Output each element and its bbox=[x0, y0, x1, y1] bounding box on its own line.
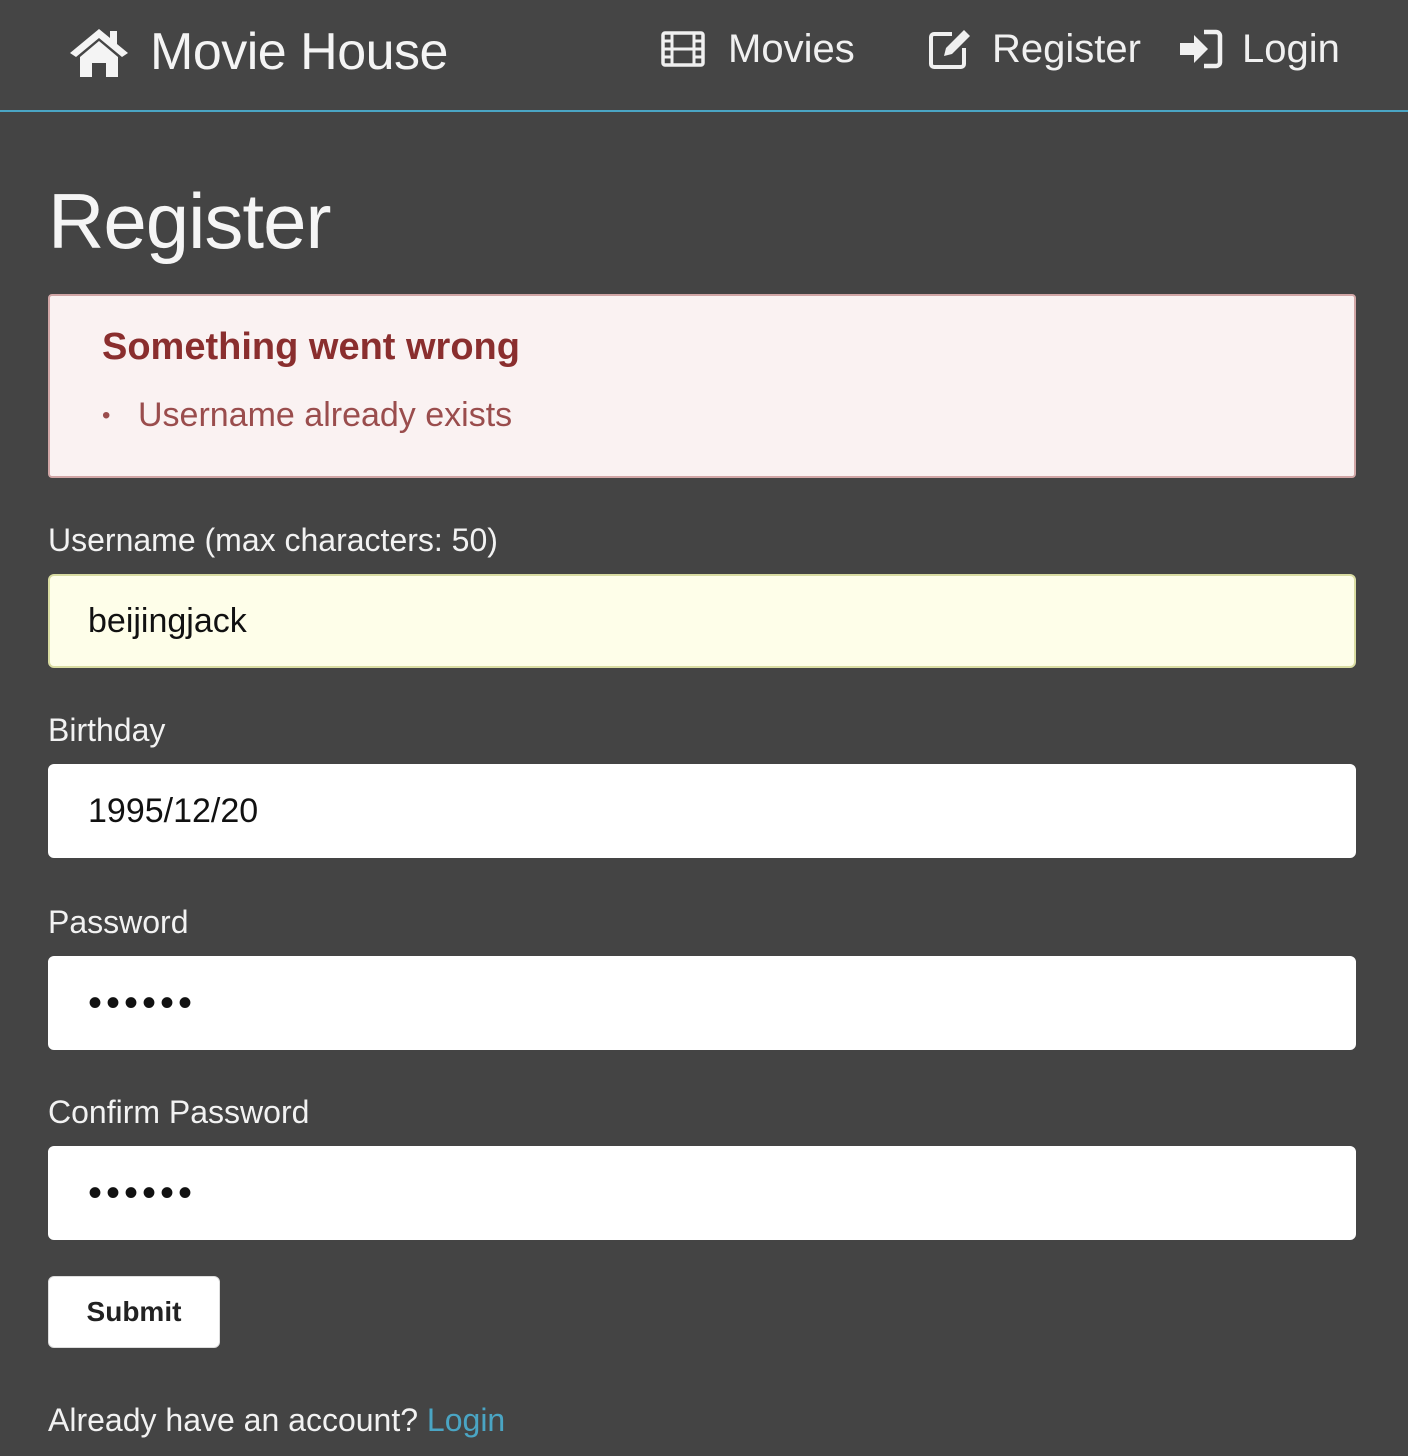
brand-link[interactable]: Movie House bbox=[66, 22, 448, 82]
nav-register-label: Register bbox=[992, 26, 1141, 71]
password-input[interactable] bbox=[48, 956, 1356, 1050]
navbar: Movie House Movies Register Login bbox=[0, 0, 1408, 112]
confirm-password-input[interactable] bbox=[48, 1146, 1356, 1240]
edit-icon bbox=[929, 30, 970, 69]
birthday-input[interactable] bbox=[48, 764, 1356, 858]
bullet-icon: • bbox=[102, 401, 111, 429]
submit-button[interactable]: Submit bbox=[48, 1276, 220, 1348]
password-label: Password bbox=[48, 904, 189, 940]
alert-error-text: Username already exists bbox=[138, 396, 513, 434]
page-title: Register bbox=[48, 177, 331, 265]
home-icon bbox=[70, 29, 128, 77]
nav-login-label: Login bbox=[1242, 26, 1340, 71]
alert-title: Something went wrong bbox=[102, 326, 520, 368]
sign-in-icon bbox=[1180, 29, 1223, 69]
nav-movies-label: Movies bbox=[728, 26, 855, 71]
login-link[interactable]: Login bbox=[427, 1402, 505, 1438]
alert-error-item: • Username already exists bbox=[102, 396, 512, 435]
film-icon bbox=[661, 31, 705, 67]
alert-error-list: • Username already exists bbox=[102, 396, 512, 435]
confirm-password-label: Confirm Password bbox=[48, 1094, 310, 1130]
login-prompt: Already have an account? Login bbox=[48, 1402, 505, 1439]
brand-label: Movie House bbox=[150, 23, 448, 81]
username-input[interactable] bbox=[48, 574, 1356, 668]
nav-register-link[interactable]: Register bbox=[926, 26, 1141, 72]
nav-login-link[interactable]: Login bbox=[1178, 26, 1340, 72]
login-prompt-text: Already have an account? bbox=[48, 1402, 419, 1438]
birthday-label: Birthday bbox=[48, 712, 166, 748]
username-label: Username (max characters: 50) bbox=[48, 522, 498, 558]
error-alert: Something went wrong • Username already … bbox=[48, 294, 1356, 478]
nav-movies-link[interactable]: Movies bbox=[660, 26, 855, 72]
